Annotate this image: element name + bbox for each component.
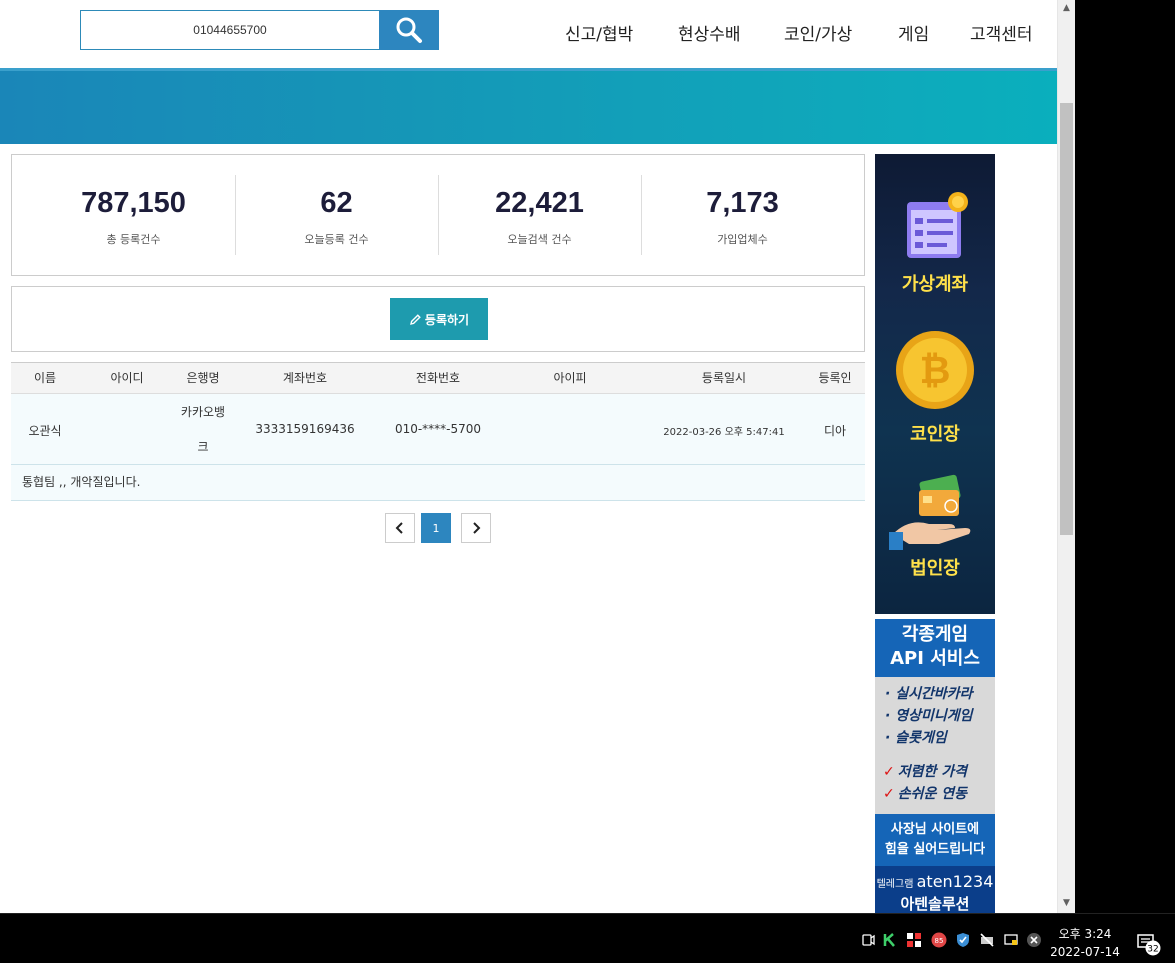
ad-text-corporate: 법인장 bbox=[910, 558, 960, 579]
col-ip: 아이피 bbox=[553, 371, 587, 385]
page-button-1[interactable]: 1 bbox=[421, 513, 451, 543]
ad2-item: · 영상미니게임 bbox=[885, 708, 973, 724]
credit-card-hand-icon bbox=[889, 474, 971, 550]
ad2-title: 각종게임 API 서비스 bbox=[875, 619, 995, 677]
system-clock[interactable]: 오후 3:24 2022-07-14 bbox=[1045, 925, 1125, 961]
ad2-brand: 아텐솔루션 bbox=[900, 895, 970, 913]
ad-text-virtual-account: 가상계좌 bbox=[901, 274, 969, 295]
nav-wanted[interactable]: 현상수배 bbox=[678, 20, 741, 45]
nav-support[interactable]: 고객센터 bbox=[970, 20, 1033, 45]
table-row[interactable]: 오관식 카카오뱅 크 3333159169436 010-****-5700 2… bbox=[11, 394, 865, 465]
close-circle-icon[interactable] bbox=[1026, 932, 1042, 948]
taskbar: 85 오후 3:24 2022-07-14 32 bbox=[0, 913, 1175, 963]
stat-today-searched: 22,421 오늘검색 건수 bbox=[438, 175, 641, 257]
ad2-item: · 슬롯게임 bbox=[885, 730, 947, 746]
nav-coin[interactable]: 코인/가상 bbox=[784, 20, 852, 45]
stat-value: 7,173 bbox=[706, 187, 779, 219]
desktop-background bbox=[1075, 0, 1175, 913]
stat-value: 787,150 bbox=[81, 187, 186, 219]
col-datetime: 등록일시 bbox=[701, 371, 747, 385]
antivirus-badge-icon[interactable]: 85 bbox=[931, 932, 947, 948]
scroll-down-icon[interactable]: ▼ bbox=[1058, 895, 1075, 912]
ad2-items: · 실시간바카라 · 영상미니게임 · 슬롯게임 bbox=[885, 683, 972, 749]
register-panel: 등록하기 bbox=[11, 286, 865, 352]
chevron-left-icon bbox=[395, 522, 403, 534]
nav-game[interactable]: 게임 bbox=[898, 20, 929, 45]
security-shield-icon[interactable] bbox=[906, 932, 922, 948]
next-page-button[interactable] bbox=[461, 513, 491, 543]
pencil-icon bbox=[409, 313, 421, 325]
ad2-title-line2: API 서비스 bbox=[890, 648, 980, 669]
stat-label: 총 등록건수 bbox=[106, 233, 161, 246]
vertical-scrollbar[interactable]: ▲ ▼ bbox=[1057, 0, 1075, 913]
clock-time: 오후 3:24 bbox=[1058, 927, 1112, 941]
scrollbar-thumb[interactable] bbox=[1060, 103, 1073, 535]
bitcoin-icon: ₿ bbox=[896, 331, 974, 409]
ad2-telegram: 텔레그램 aten1234 bbox=[876, 872, 994, 891]
stats-panel: 787,150 총 등록건수 62 오늘등록 건수 22,421 오늘검색 건수… bbox=[11, 154, 865, 276]
cell-registrant: 디아 bbox=[823, 424, 847, 438]
col-account: 계좌번호 bbox=[282, 371, 328, 385]
stat-members: 7,173 가입업체수 bbox=[641, 175, 844, 257]
stat-label: 가입업체수 bbox=[717, 233, 768, 246]
register-button[interactable]: 등록하기 bbox=[390, 298, 488, 340]
search-button[interactable] bbox=[379, 10, 439, 50]
browser-viewport: 01044655700 신고/협박 현상수배 코인/가상 게임 고객센터 787… bbox=[0, 0, 1057, 913]
cell-account: 3333159169436 bbox=[255, 422, 355, 436]
card-document-icon bbox=[907, 192, 968, 258]
ad2-check: ✓ 저렴한 가격 bbox=[883, 764, 968, 780]
ad-banner-game-api[interactable]: 각종게임 API 서비스 · 실시간바카라 · 영상미니게임 · 슬롯게임 ✓ 저… bbox=[875, 619, 995, 913]
ad2-tagline-line1: 사장님 사이트에 bbox=[890, 822, 980, 837]
cell-phone: 010-****-5700 bbox=[394, 422, 482, 436]
scroll-up-icon[interactable]: ▲ bbox=[1058, 0, 1075, 17]
ad2-item: · 실시간바카라 bbox=[885, 686, 973, 702]
notification-center-icon[interactable]: 32 bbox=[1137, 932, 1161, 956]
checkmark-icon: ✓ bbox=[883, 786, 895, 802]
register-label: 등록하기 bbox=[424, 312, 470, 327]
chevron-right-icon bbox=[473, 522, 481, 534]
stat-value: 62 bbox=[320, 187, 353, 219]
display-settings-icon[interactable] bbox=[1003, 932, 1019, 948]
search-input[interactable]: 01044655700 bbox=[80, 10, 380, 50]
stat-total: 787,150 총 등록건수 bbox=[32, 175, 235, 257]
table-header: 이름 아이디 은행명 계좌번호 전화번호 아이피 등록일시 등록인 bbox=[11, 362, 865, 394]
ad2-checks: ✓ 저렴한 가격 ✓ 손쉬운 연동 bbox=[883, 761, 967, 805]
vpn-shield-icon[interactable] bbox=[955, 932, 971, 948]
svg-text:85: 85 bbox=[935, 937, 944, 945]
row-memo: 통협팀 ,, 개악질입니다. bbox=[11, 465, 865, 501]
nav-report[interactable]: 신고/협박 bbox=[565, 20, 633, 45]
network-disconnected-icon[interactable] bbox=[979, 932, 995, 948]
cell-datetime: 2022-03-26 오후 5:47:41 bbox=[663, 427, 785, 438]
ad2-contact: 텔레그램 aten1234 아텐솔루션 bbox=[875, 866, 995, 913]
col-registrant: 등록인 bbox=[818, 371, 852, 385]
clock-date: 2022-07-14 bbox=[1050, 945, 1120, 959]
checkmark-icon: ✓ bbox=[883, 764, 895, 780]
col-id: 아이디 bbox=[110, 371, 144, 385]
prev-page-button[interactable] bbox=[385, 513, 415, 543]
col-bank: 은행명 bbox=[186, 371, 220, 385]
k-app-icon[interactable] bbox=[882, 932, 898, 948]
ad2-check: ✓ 손쉬운 연동 bbox=[883, 786, 968, 802]
cell-bank-line2: 크 bbox=[197, 440, 209, 454]
hero-banner bbox=[0, 68, 1057, 144]
stat-label: 오늘등록 건수 bbox=[304, 233, 369, 246]
svg-text:₿: ₿ bbox=[920, 348, 951, 392]
ad-text-coin: 코인장 bbox=[910, 424, 960, 445]
ad-banner-virtual-account[interactable]: 가상계좌 ₿ 코인장 법인장 bbox=[875, 154, 995, 614]
ad2-title-line1: 각종게임 bbox=[901, 624, 969, 645]
search-icon bbox=[396, 17, 422, 43]
stat-today-registered: 62 오늘등록 건수 bbox=[235, 175, 438, 257]
svg-text:32: 32 bbox=[1147, 945, 1158, 955]
cell-name: 오관식 bbox=[28, 424, 62, 438]
cell-bank-line1: 카카오뱅 bbox=[180, 405, 226, 419]
ad2-tagline: 사장님 사이트에 힘을 실어드립니다 bbox=[875, 814, 995, 866]
stat-value: 22,421 bbox=[495, 187, 584, 219]
col-phone: 전화번호 bbox=[415, 371, 461, 385]
col-name: 이름 bbox=[33, 371, 57, 385]
meet-now-icon[interactable] bbox=[860, 932, 876, 948]
stat-label: 오늘검색 건수 bbox=[507, 233, 572, 246]
ad2-tagline-line2: 힘을 실어드립니다 bbox=[884, 842, 986, 857]
